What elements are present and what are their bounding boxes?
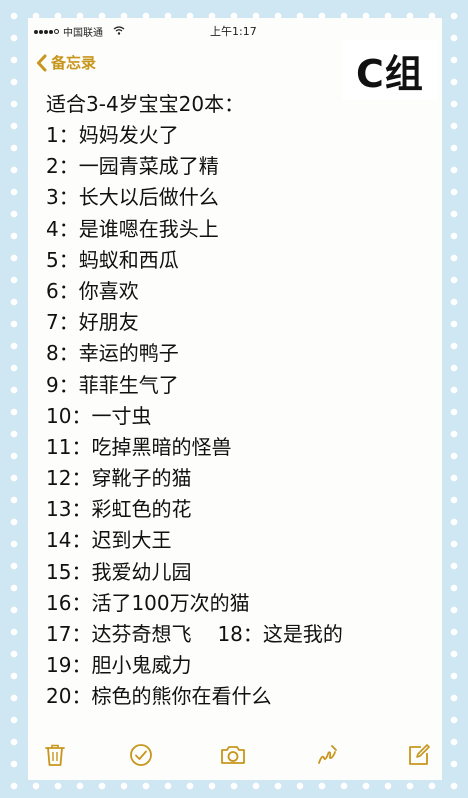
camera-icon[interactable] [218,740,248,770]
book-line: 5： 蚂蚁和西瓜 [46,245,436,276]
book-title: 胆小鬼威力 [91,653,192,678]
book-line: 13： 彩虹色的花 [46,494,436,525]
book-number: 4： [46,216,79,241]
book-number: 17： [46,622,92,646]
note-body[interactable]: 适合3-4岁宝宝20本： 1： 妈妈发火了 2： 一园青菜成了精 3： 长大以后做什么… [46,88,436,713]
book-number: 2： [46,154,79,179]
book-number: 3： [46,185,79,210]
book-line: 9： 菲菲生气了 [46,370,436,401]
book-line: 15： 我爱幼儿园 [46,557,436,588]
book-line: 16： 活了100万次的猫 [46,588,436,619]
book-title: 蚂蚁和西瓜 [78,247,179,272]
book-number: 18： [217,622,263,646]
status-time: 上午1:17 [210,25,257,38]
book-title: 好朋友 [78,310,139,335]
book-number: 12： [46,466,92,491]
book-line: 7： 好朋友 [46,307,436,338]
book-title: 一园青菜成了精 [78,154,219,179]
checkmark-icon[interactable] [126,740,156,770]
book-number: 5： [46,247,79,272]
book-number: 7： [46,310,79,335]
book-number: 15： [46,559,92,584]
book-number: 6： [46,278,79,303]
book-title: 活了100万次的猫 [91,590,250,615]
book-line: 17： 达芬奇想飞 18： 这是我的 [46,619,436,650]
book-title: 我爱幼儿园 [91,559,192,584]
book-title: 达芬奇想飞 [91,622,192,646]
book-title: 你喜欢 [78,278,139,303]
book-title: 棕色的熊你在看什么 [91,684,272,709]
signal-strength-icon [34,29,59,34]
book-number: 1： [46,123,79,147]
bottom-toolbar [28,736,442,776]
book-title: 迟到大王 [91,528,172,553]
book-line: 2： 一园青菜成了精 [46,151,436,182]
sketch-icon[interactable] [312,740,342,770]
book-number: 13： [46,497,92,522]
book-title: 彩虹色的花 [91,497,192,522]
compose-icon[interactable] [404,740,434,770]
book-title: 这是我的 [262,622,343,646]
book-number: 10： [46,403,92,428]
book-number: 19： [46,653,92,678]
book-line: 11： 吃掉黑暗的怪兽 [46,432,436,463]
book-line: 1： 妈妈发火了 [46,120,436,151]
book-line: 20： 棕色的熊你在看什么 [46,681,436,712]
book-title: 穿靴子的猫 [91,466,192,491]
book-number: 11： [46,434,92,459]
back-button[interactable]: 备忘录 [36,52,96,73]
book-title: 是谁嗯在我头上 [78,216,219,241]
back-label: 备忘录 [51,54,97,72]
trash-icon[interactable] [40,740,70,770]
book-line: 8： 幸运的鸭子 [46,338,436,369]
status-bar: 中国联通 上午1:17 [28,18,442,42]
book-title: 幸运的鸭子 [78,341,179,366]
book-title: 吃掉黑暗的怪兽 [91,434,232,459]
book-title: 一寸虫 [91,403,152,428]
book-line: 10： 一寸虫 [46,401,436,432]
book-number: 16： [46,590,92,615]
book-number: 20： [46,684,92,709]
carrier-name: 中国联通 [63,28,103,39]
book-line: 14： 迟到大王 [46,525,436,556]
book-line: 3： 长大以后做什么 [46,182,436,213]
book-line: 12： 穿靴子的猫 [46,463,436,494]
book-number: 8： [46,341,79,366]
book-line: 19： 胆小鬼威力 [46,650,436,681]
book-title: 长大以后做什么 [78,185,219,210]
book-title: 妈妈发火了 [78,123,179,147]
note-title: 适合3-4岁宝宝20本： [46,92,245,116]
book-line: 6： 你喜欢 [46,276,436,307]
wifi-icon [113,25,125,38]
book-number: 9： [46,372,79,397]
chevron-left-icon [37,54,47,71]
notes-screen: 中国联通 上午1:17 备忘录 C组 适合3-4岁宝宝20本： 1： 妈妈发火了 … [28,18,442,780]
book-number: 14： [46,528,92,553]
carrier-group: 中国联通 [34,24,125,39]
book-title: 菲菲生气了 [78,372,179,397]
book-line: 4： 是谁嗯在我头上 [46,214,436,245]
